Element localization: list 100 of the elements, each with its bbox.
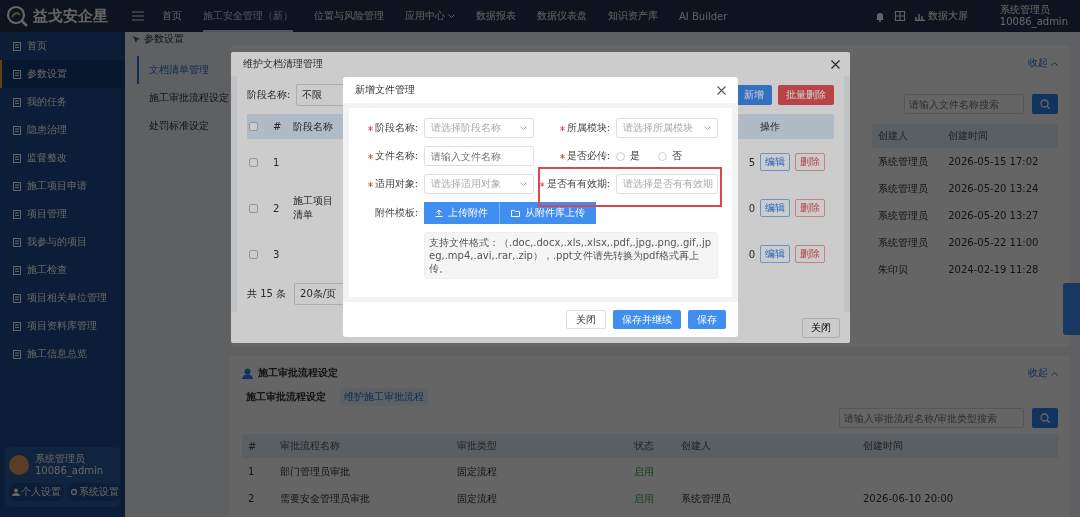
filter-label: 阶段名称: <box>247 88 291 102</box>
field-label: 阶段名称: <box>374 121 418 135</box>
edit-button[interactable]: 编辑 <box>760 153 790 171</box>
select-field[interactable]: 请选择适用对象 <box>424 174 534 194</box>
document-icon <box>13 125 21 135</box>
delete-button[interactable]: 删除 <box>795 199 825 217</box>
sidebar-item[interactable]: 我的任务 <box>0 88 125 116</box>
sidebar-item[interactable]: 隐患治理 <box>0 116 125 144</box>
nav-tab[interactable]: 数据报表 <box>476 0 516 32</box>
menu-icon[interactable] <box>132 11 144 21</box>
close-button[interactable]: 关闭 <box>566 310 606 329</box>
select-field[interactable]: 请选择阶段名称 <box>424 118 534 138</box>
format-hint: 支持文件格式：（.doc,.docx,.xls,.xlsx,.pdf,.jpg,.png,.gif,.jpeg,.mp4,.avi,.rar,.zip），.ppt文件请先转换为pdf格式再上传。 <box>424 232 718 279</box>
logo-icon <box>6 5 28 27</box>
sidebar-item[interactable]: 项目管理 <box>0 200 125 228</box>
save-continue-button[interactable]: 保存并继续 <box>613 310 681 329</box>
search-icon <box>1040 413 1050 423</box>
table-cell: 2026-05-15 17:02 <box>942 148 1058 175</box>
nav-tab[interactable]: 应用中心 <box>405 0 455 32</box>
select-field[interactable]: 请选择所属模块 <box>616 118 718 138</box>
sidebar-item[interactable]: 监督整改 <box>0 144 125 172</box>
document-icon <box>13 293 21 303</box>
folder-icon <box>511 209 520 217</box>
table-cell-text: 0 <box>747 201 756 216</box>
nav-tab[interactable]: AI Builder <box>679 0 728 32</box>
document-icon <box>13 181 21 191</box>
delete-button[interactable]: 删除 <box>795 153 825 171</box>
document-icon <box>13 349 21 359</box>
table-cell: 5 <box>740 139 758 185</box>
sidebar-item[interactable]: 首页 <box>0 32 125 60</box>
sidebar-item[interactable]: 项目相关单位管理 <box>0 284 125 312</box>
document-icon <box>13 237 21 247</box>
delete-button[interactable]: 删除 <box>795 245 825 263</box>
close-button[interactable]: 关闭 <box>802 317 840 338</box>
submenu-item[interactable]: 施工审批流程设定 <box>137 84 230 112</box>
document-icon <box>13 69 21 79</box>
checkbox[interactable] <box>249 122 258 131</box>
gear-icon <box>70 488 78 496</box>
input-field[interactable]: 请输入文件名称 <box>424 146 534 166</box>
dialog-title: 维护文档清理管理 <box>243 57 323 71</box>
checkbox[interactable] <box>249 203 258 213</box>
batch-delete-button[interactable]: 批量删除 <box>778 85 834 105</box>
table-cell-text: 系统管理员 <box>877 181 929 196</box>
table-cell-text: 系统管理员 <box>680 491 732 506</box>
chevron-up-icon <box>1051 60 1058 66</box>
search-icon <box>1040 99 1050 109</box>
field-label: 是否有有效期: <box>546 177 610 191</box>
search-button[interactable] <box>1032 408 1058 428</box>
nav-tab[interactable]: 首页 <box>162 0 182 32</box>
sidebar-item[interactable]: 参数设置 <box>0 60 125 88</box>
select-field[interactable]: 请选择是否有有效期 <box>616 174 718 194</box>
close-icon[interactable] <box>831 59 840 69</box>
add-button[interactable]: 新增 <box>736 85 772 105</box>
close-icon[interactable] <box>717 85 726 95</box>
sidebar-item[interactable]: 施工检查 <box>0 256 125 284</box>
edit-button[interactable]: 编辑 <box>760 199 790 217</box>
table-cell: 部门管理员审批 <box>274 458 451 485</box>
bell-icon[interactable] <box>874 10 885 22</box>
profile-button[interactable]: 个人设置 <box>9 483 64 501</box>
collapse-link[interactable]: 收起 <box>1028 56 1058 70</box>
table-cell-text: 固定流程 <box>456 491 498 506</box>
column-header: # <box>242 434 274 458</box>
column-header: 阶段名称 <box>291 114 335 139</box>
column-header: 状态 <box>628 434 675 458</box>
collapse-link[interactable]: 收起 <box>1028 366 1058 380</box>
table-cell-text: 2 <box>272 201 281 216</box>
document-icon <box>13 321 21 331</box>
sidebar-item[interactable]: 施工项目申请 <box>0 172 125 200</box>
column-header: # <box>271 114 291 139</box>
search-button[interactable] <box>1032 94 1058 114</box>
radio-option[interactable]: 否 <box>658 149 682 163</box>
checkbox[interactable] <box>249 157 258 167</box>
table-cell-text: 2026-05-20 13:24 <box>947 182 1040 196</box>
sidebar-item[interactable]: 项目资料库管理 <box>0 312 125 340</box>
dashboard-button[interactable]: 数据大屏 <box>914 9 968 23</box>
checkbox[interactable] <box>249 249 258 259</box>
table-cell: 1 <box>271 139 291 185</box>
edit-button[interactable]: 编辑 <box>760 245 790 263</box>
grid-icon[interactable] <box>894 11 905 21</box>
user-icon <box>12 488 20 496</box>
upload-button[interactable]: 上传附件 <box>424 202 499 224</box>
tab[interactable]: 施工审批流程设定 <box>242 388 330 406</box>
table-cell-text: 2 <box>247 492 256 506</box>
user-icon <box>242 367 253 379</box>
sidebar-item[interactable]: 施工信息总览 <box>0 340 125 368</box>
submenu-item[interactable]: 处罚标准设定 <box>137 112 230 140</box>
save-button[interactable]: 保存 <box>688 310 726 329</box>
upload-icon <box>435 209 443 217</box>
breadcrumb: 参数设置 <box>144 32 184 46</box>
settings-button[interactable]: 系统设置 <box>67 483 122 501</box>
tab[interactable]: 维护施工审批流程 <box>340 388 428 406</box>
library-upload-button[interactable]: 从附件库上传 <box>499 202 596 224</box>
sidebar-item[interactable]: 我参与的项目 <box>0 228 125 256</box>
radio-option[interactable]: 是 <box>616 149 640 163</box>
table-cell-text: 3 <box>272 247 281 262</box>
nav-tab[interactable]: 知识资产库 <box>608 0 658 32</box>
table-cell-text: 0 <box>747 247 756 262</box>
nav-tab[interactable]: 数据仪表盘 <box>537 0 587 32</box>
column-header: 操作 <box>758 114 834 139</box>
table-cell-text: 2024-02-19 11:28 <box>947 263 1040 277</box>
